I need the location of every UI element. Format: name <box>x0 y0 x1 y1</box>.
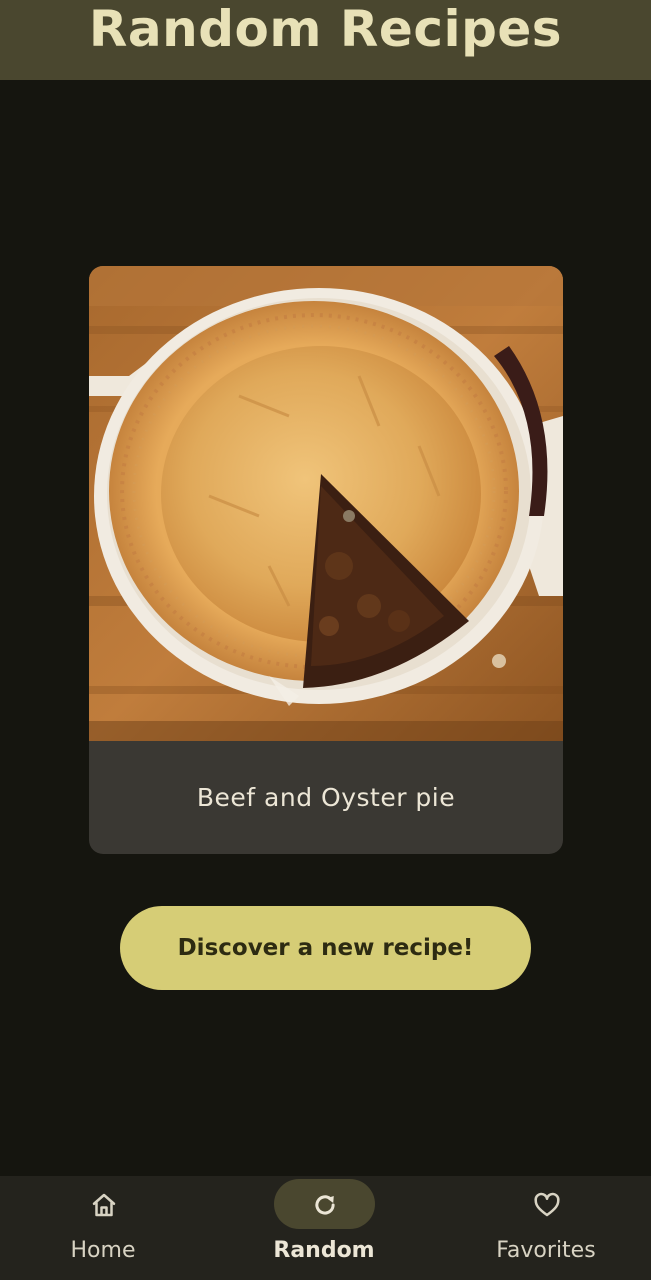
nav-item-favorites[interactable]: Favorites <box>446 1176 646 1280</box>
bottom-navigation: Home Random Favorites <box>0 1176 651 1280</box>
recipe-image <box>89 266 563 741</box>
page-title: Random Recipes <box>88 0 563 58</box>
nav-item-home[interactable]: Home <box>3 1176 203 1280</box>
recipe-card[interactable]: Beef and Oyster pie <box>89 266 563 854</box>
discover-new-recipe-button[interactable]: Discover a new recipe! <box>120 906 531 990</box>
recipe-name: Beef and Oyster pie <box>196 783 456 812</box>
nav-item-random[interactable]: Random <box>224 1176 424 1280</box>
nav-label-random: Random <box>273 1238 375 1263</box>
app-bar: Random Recipes <box>0 0 651 80</box>
refresh-icon <box>315 1195 335 1215</box>
nav-label-favorites: Favorites <box>496 1238 596 1263</box>
nav-label-home: Home <box>70 1238 136 1263</box>
home-icon <box>92 1193 116 1217</box>
app-screen: Random Recipes Beef and Oyster pie Disco… <box>0 0 651 1280</box>
heart-icon <box>534 1192 560 1217</box>
